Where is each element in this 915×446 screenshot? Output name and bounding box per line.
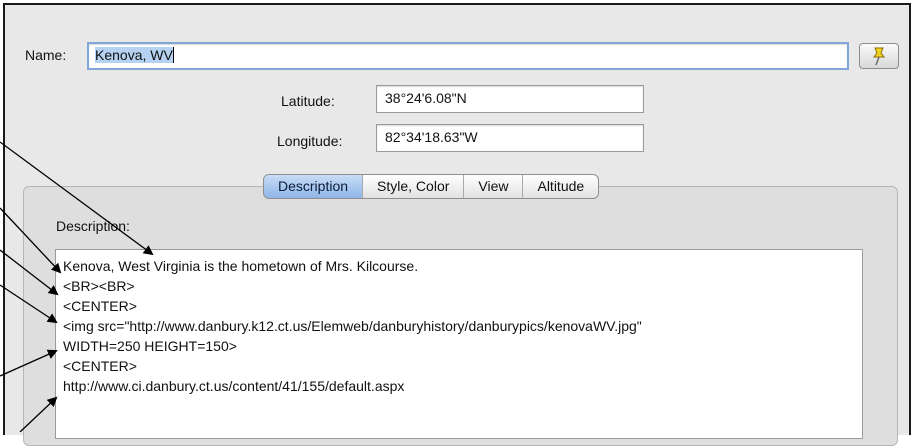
latitude-label: Latitude: (281, 93, 335, 109)
tab-altitude[interactable]: Altitude (523, 175, 598, 198)
text-caret (172, 47, 174, 63)
description-line: http://www.ci.danbury.ct.us/content/41/1… (63, 378, 405, 394)
name-input[interactable]: Kenova, WV (87, 42, 849, 70)
tab-style-color[interactable]: Style, Color (363, 175, 465, 198)
longitude-input[interactable]: 82°34'18.63"W (376, 124, 644, 152)
latitude-input[interactable]: 38°24'6.08"N (376, 85, 644, 113)
name-label: Name: (25, 47, 67, 63)
tab-description[interactable]: Description (264, 175, 364, 198)
description-textarea[interactable]: Kenova, West Virginia is the hometown of… (55, 249, 863, 439)
description-line: Kenova, West Virginia is the hometown of… (63, 258, 419, 274)
description-line: WIDTH=250 HEIGHT=150> (63, 338, 237, 354)
description-line: <CENTER> (63, 358, 137, 374)
tab-view[interactable]: View (464, 175, 524, 198)
description-line: <CENTER> (63, 298, 137, 314)
name-value: Kenova, WV (95, 47, 173, 63)
description-line: <img src="http://www.danbury.k12.ct.us/E… (63, 318, 642, 334)
pushpin-style-button[interactable] (859, 43, 899, 69)
pushpin-icon (873, 47, 885, 66)
longitude-label: Longitude: (277, 133, 343, 149)
description-line: <BR><BR> (63, 278, 135, 294)
tab-bar: Description Style, Color View Altitude (263, 174, 600, 199)
description-label: Description: (56, 218, 130, 234)
